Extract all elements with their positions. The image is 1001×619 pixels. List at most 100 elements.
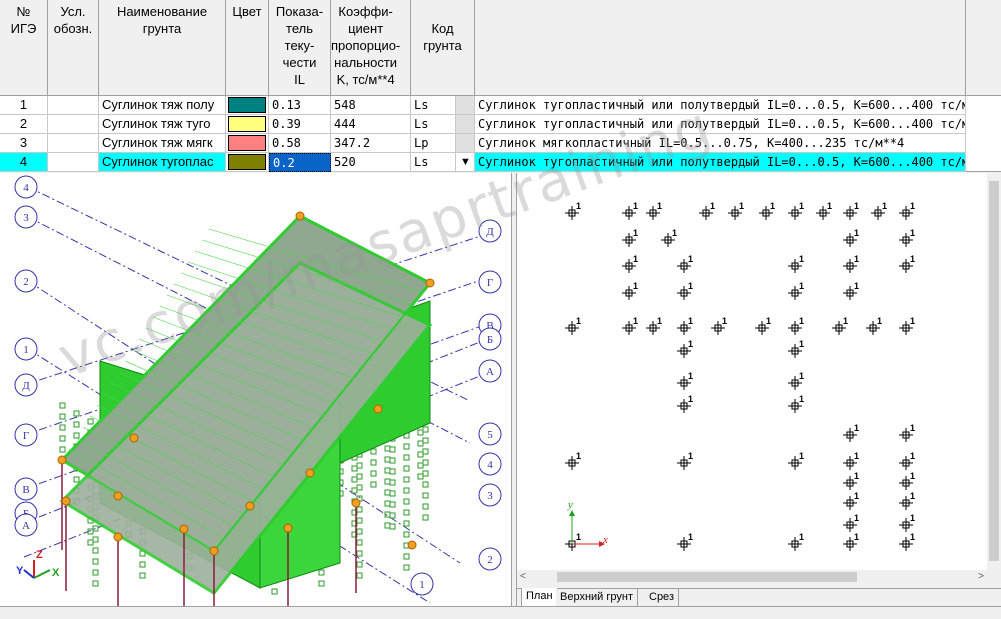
cell-name[interactable]: Суглинок тугоплас [99, 153, 226, 172]
pile-marker[interactable]: 1 [843, 228, 859, 247]
pile-marker[interactable]: 1 [843, 513, 859, 532]
cell-description[interactable]: Суглинок тугопластичный или полутвердый … [475, 96, 966, 115]
pile-marker[interactable]: 1 [646, 201, 662, 220]
table-row[interactable]: 3 Суглинок тяж мягк 0.58 347.2 Lp Суглинок мя… [0, 134, 966, 153]
cell-k[interactable]: 444 [331, 115, 411, 134]
pile-marker[interactable]: 1 [843, 532, 859, 551]
pile-marker[interactable]: 1 [661, 228, 677, 247]
pile-marker[interactable]: 1 [622, 281, 638, 300]
pile-marker[interactable]: 1 [677, 339, 693, 358]
model-3d-canvas[interactable]: 4321ДГВБАДГВБА54321ZXY [0, 173, 511, 606]
pile-marker[interactable]: 1 [677, 532, 693, 551]
cell-symbol[interactable] [48, 96, 99, 115]
pile-marker[interactable]: 1 [788, 201, 804, 220]
pile-marker[interactable]: 1 [899, 423, 915, 442]
col-header-color[interactable]: Цвет [226, 0, 269, 96]
pile-marker[interactable]: 1 [899, 254, 915, 273]
pile-marker[interactable]: 1 [711, 316, 727, 335]
pile-marker[interactable]: 1 [832, 316, 848, 335]
pile-marker[interactable]: 1 [843, 281, 859, 300]
cell-description[interactable]: Суглинок тугопластичный или полутвердый … [475, 153, 966, 172]
scroll-right-arrow[interactable]: > [978, 570, 984, 584]
cell-symbol[interactable] [48, 153, 99, 172]
col-header-code[interactable]: Код грунта [411, 0, 475, 96]
pile-marker[interactable]: 1 [622, 228, 638, 247]
pile-marker[interactable]: 1 [899, 532, 915, 551]
col-header-k[interactable]: Коэффи- циент пропорцио- нальности K, тс… [331, 0, 411, 96]
cell-name[interactable]: Суглинок тяж туго [99, 115, 226, 134]
pile-marker[interactable]: 1 [622, 254, 638, 273]
pile-marker[interactable]: 1 [788, 451, 804, 470]
pile-marker[interactable]: 1 [899, 451, 915, 470]
cell-symbol[interactable] [48, 115, 99, 134]
cell-symbol[interactable] [48, 134, 99, 153]
cell-il[interactable]: 0.58 [269, 134, 331, 153]
cell-dropdown[interactable] [456, 96, 475, 115]
pile-marker[interactable]: 1 [899, 491, 915, 510]
scroll-left-arrow[interactable]: < [520, 570, 526, 584]
pile-marker[interactable]: 1 [843, 471, 859, 490]
cell-code[interactable]: Lp [411, 134, 456, 153]
table-row[interactable]: 4 Суглинок тугоплас 0.2 520 Ls ▼ Суглинок туго… [0, 153, 966, 172]
cell-k[interactable]: 548 [331, 96, 411, 115]
col-header-il[interactable]: Показа- тель теку- чести IL [269, 0, 331, 96]
tab-plan[interactable]: План [521, 588, 558, 606]
plan-view[interactable]: 1 1 1 1 1 1 1 1 1 1 1 1 1 1 1 1 1 1 1 1 1 1 1 1 1 1 1 1 1 1 1 1 1 1 1 1 1 1 1 1… [517, 173, 987, 570]
plan-vertical-scroll-thumb[interactable] [989, 181, 999, 561]
col-header-num[interactable]: № ИГЭ [0, 0, 48, 96]
table-row[interactable]: 2 Суглинок тяж туго 0.39 444 Ls Суглинок туго… [0, 115, 966, 134]
cell-num[interactable]: 3 [0, 134, 48, 153]
pile-marker[interactable]: 1 [871, 201, 887, 220]
plan-horizontal-scrollbar[interactable]: < > [517, 570, 987, 584]
pile-marker[interactable]: 1 [677, 451, 693, 470]
dropdown-arrow-icon[interactable]: ▼ [456, 153, 475, 172]
cell-name[interactable]: Суглинок тяж мягк [99, 134, 226, 153]
pile-marker[interactable]: 1 [759, 201, 775, 220]
col-header-name[interactable]: Наименование грунта [99, 0, 226, 96]
cell-color[interactable] [226, 96, 269, 115]
table-row[interactable]: 1 Суглинок тяж полу 0.13 548 Ls Суглинок туго… [0, 96, 966, 115]
cell-color[interactable] [226, 153, 269, 172]
plan-horizontal-scroll-thumb[interactable] [557, 572, 857, 582]
cell-color[interactable] [226, 134, 269, 153]
pile-marker[interactable]: 1 [677, 371, 693, 390]
pile-marker[interactable]: 1 [565, 201, 581, 220]
cell-code[interactable]: Ls [411, 115, 456, 134]
pile-marker[interactable]: 1 [788, 281, 804, 300]
tab-top-soil[interactable]: Верхний грунт [556, 589, 638, 606]
pile-marker[interactable]: 1 [622, 201, 638, 220]
pile-marker[interactable]: 1 [677, 281, 693, 300]
pile-marker[interactable]: 1 [843, 254, 859, 273]
pile-marker[interactable]: 1 [866, 316, 882, 335]
pile-marker[interactable]: 1 [565, 451, 581, 470]
cell-il[interactable]: 0.39 [269, 115, 331, 134]
pile-marker[interactable]: 1 [899, 513, 915, 532]
pile-marker[interactable]: 1 [677, 394, 693, 413]
cell-code[interactable]: Ls [411, 96, 456, 115]
pile-marker[interactable]: 1 [677, 254, 693, 273]
cell-k[interactable]: 347.2 [331, 134, 411, 153]
pile-marker[interactable]: 1 [788, 532, 804, 551]
tab-section[interactable]: Срез [645, 589, 679, 606]
cell-description[interactable]: Суглинок тугопластичный или полутвердый … [475, 115, 966, 134]
pile-marker[interactable]: 1 [788, 316, 804, 335]
cell-k[interactable]: 520 [331, 153, 411, 172]
cell-description[interactable]: Суглинок мягкопластичный IL=0.5...0.75, … [475, 134, 966, 153]
pile-marker[interactable]: 1 [565, 532, 581, 551]
plan-vertical-scrollbar[interactable] [987, 173, 1001, 570]
pile-marker[interactable]: 1 [843, 491, 859, 510]
plan-canvas[interactable]: 1 1 1 1 1 1 1 1 1 1 1 1 1 1 1 1 1 1 1 1 1 1 1 1 1 1 1 1 1 1 1 1 1 1 1 1 1 1 1 1… [517, 173, 987, 570]
pile-marker[interactable]: 1 [677, 316, 693, 335]
pile-marker[interactable]: 1 [565, 316, 581, 335]
pile-marker[interactable]: 1 [899, 201, 915, 220]
pile-marker[interactable]: 1 [788, 371, 804, 390]
pile-marker[interactable]: 1 [646, 316, 662, 335]
cell-color[interactable] [226, 115, 269, 134]
pile-marker[interactable]: 1 [843, 201, 859, 220]
pile-marker[interactable]: 1 [622, 316, 638, 335]
pile-marker[interactable]: 1 [899, 316, 915, 335]
pile-marker[interactable]: 1 [788, 254, 804, 273]
pile-marker[interactable]: 1 [728, 201, 744, 220]
col-header-symbol[interactable]: Усл. обозн. [48, 0, 99, 96]
cell-code[interactable]: Ls [411, 153, 456, 172]
